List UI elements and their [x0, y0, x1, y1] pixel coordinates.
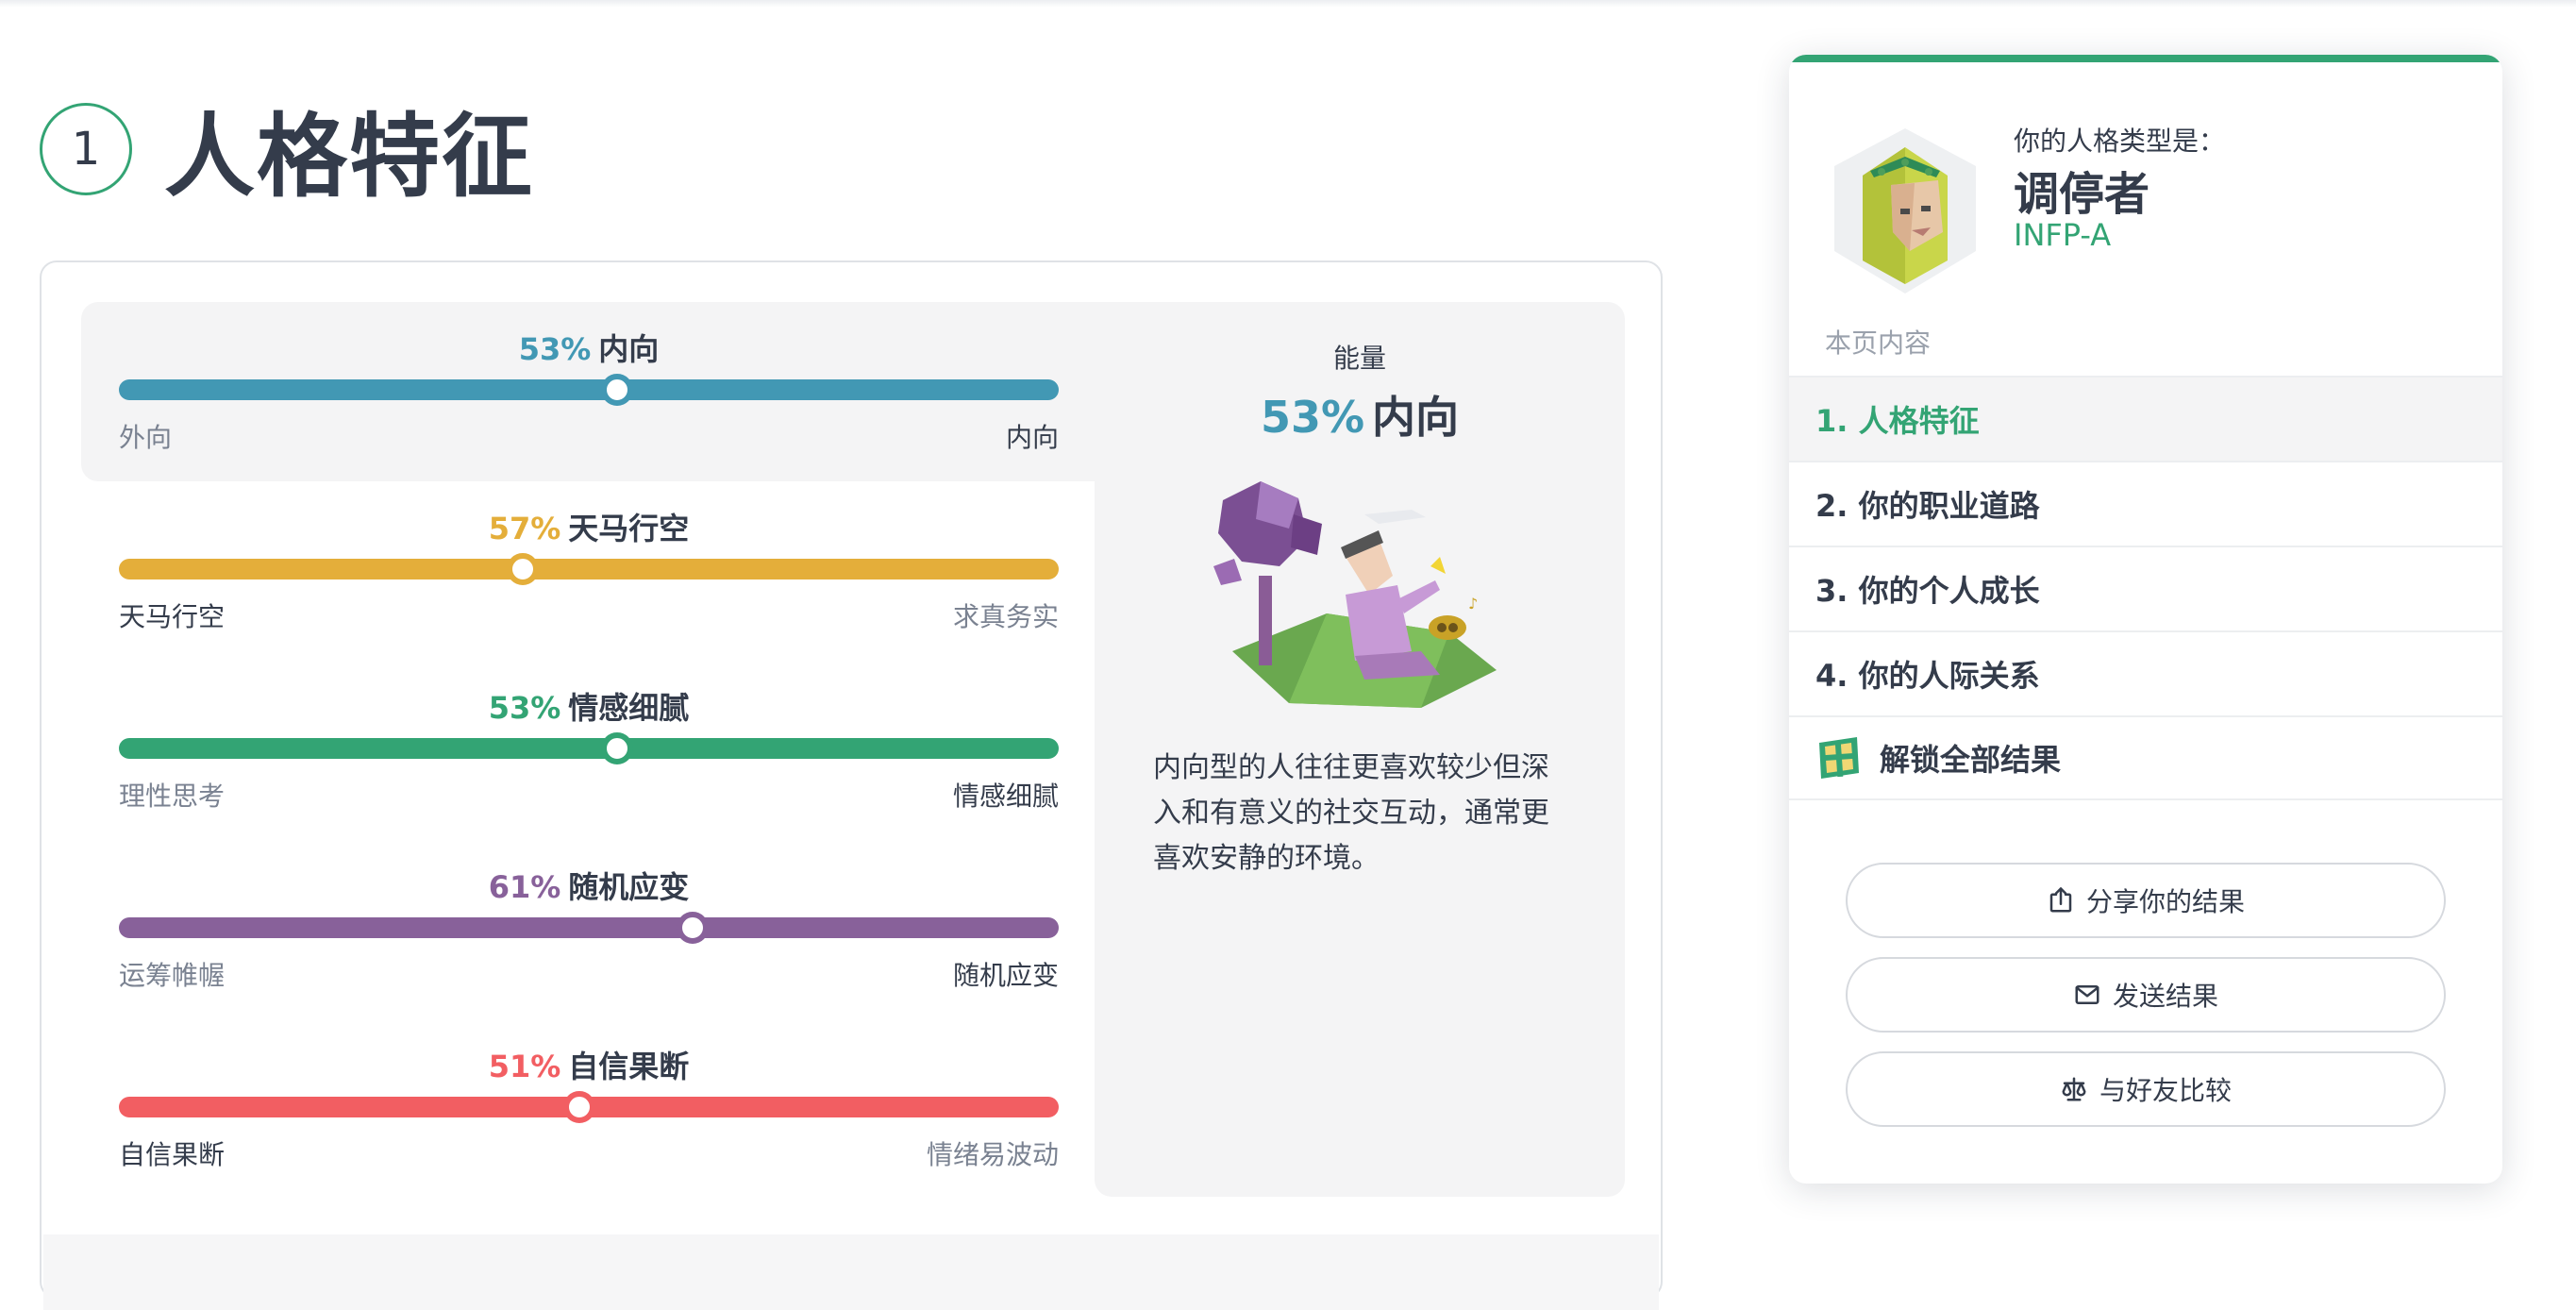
trait-label: 53% 情感细腻	[119, 689, 1059, 727]
trait-bar	[119, 379, 1059, 400]
sidebar-accent-line	[1789, 55, 2502, 62]
compare-button-label: 与好友比较	[2099, 1075, 2232, 1106]
trait-row-identity[interactable]: 51% 自信果断 自信果断 情绪易波动	[119, 1048, 1059, 1189]
trait-detail-value: 53% 内向	[1095, 383, 1625, 445]
introvert-illustration: ♪	[1213, 481, 1497, 708]
personality-type-caption: 你的人格类型是：	[2014, 126, 2226, 157]
trait-bar	[119, 738, 1059, 759]
scale-icon	[2062, 1077, 2086, 1101]
trait-row-energy[interactable]: 53% 内向 外向 内向	[119, 330, 1059, 472]
share-results-button[interactable]: 分享你的结果	[1846, 863, 2446, 938]
section-title: 人格特征	[164, 104, 534, 210]
share-icon	[2049, 887, 2072, 913]
trait-label: 53% 内向	[119, 330, 1059, 368]
send-results-button[interactable]: 发送结果	[1846, 957, 2446, 1033]
trait-detail-caption: 能量	[1332, 343, 1386, 374]
trait-end-right: 情绪易波动	[926, 1139, 1059, 1170]
trait-bar	[119, 917, 1059, 938]
table-of-contents: 1. 人格特征 2. 你的职业道路 3. 你的个人成长 4. 你的人际关系 解锁…	[1789, 376, 2502, 800]
trait-percent: 57%	[488, 511, 561, 546]
trait-name: 随机应变	[568, 869, 690, 905]
trait-slider-knob	[563, 1091, 596, 1123]
trait-percent: 53%	[488, 690, 561, 726]
trait-label: 57% 天马行空	[119, 510, 1059, 547]
trait-label: 51% 自信果断	[119, 1048, 1059, 1085]
trait-name: 自信果断	[568, 1049, 690, 1084]
trait-slider-knob	[600, 374, 633, 406]
compare-friends-button[interactable]: 与好友比较	[1846, 1051, 2446, 1127]
toc-item-growth[interactable]: 3. 你的个人成长	[1789, 546, 2502, 630]
toc-item-unlock[interactable]: 解锁全部结果	[1789, 715, 2502, 800]
trait-end-left: 运筹帷幄	[119, 960, 226, 991]
trait-slider-knob	[676, 912, 709, 944]
trait-detail-name: 内向	[1372, 392, 1460, 443]
trait-row-tactics[interactable]: 61% 随机应变 运筹帷幄 随机应变	[119, 868, 1059, 1010]
top-shadow	[0, 0, 2576, 8]
unlock-gift-icon	[1819, 737, 1859, 779]
trait-bar	[119, 559, 1059, 579]
personality-type-name: 调停者	[2014, 168, 2150, 221]
section-number-badge: 1	[40, 102, 132, 195]
trait-percent: 51%	[488, 1049, 561, 1084]
trait-row-mind[interactable]: 57% 天马行空 天马行空 求真务实	[119, 510, 1059, 651]
trait-end-left: 天马行空	[119, 601, 226, 632]
toc-item-career[interactable]: 2. 你的职业道路	[1789, 461, 2502, 546]
trait-end-left: 外向	[119, 422, 173, 453]
trait-end-right: 内向	[1005, 422, 1059, 453]
section-header: 1 人格特征	[40, 83, 534, 214]
personality-type-code: INFP-A	[2014, 217, 2112, 253]
trait-end-right: 随机应变	[952, 960, 1059, 991]
trait-percent: 61%	[488, 869, 561, 905]
toc-item-traits[interactable]: 1. 人格特征	[1789, 376, 2502, 461]
trait-detail-panel: 能量 53% 内向 ♪ 内向型的人往往更喜欢较少但深入和有意义的社交互动，通常更喜…	[1095, 302, 1625, 1197]
toc-heading: 本页内容	[1825, 328, 1932, 359]
personality-traits-card: 能量 53% 内向 ♪ 内向型的人往往更喜欢较少但深入和有意义的社交互动，通常更喜…	[40, 260, 1663, 1310]
trait-name: 内向	[598, 331, 660, 367]
trait-end-right: 情感细腻	[952, 781, 1059, 812]
trait-slider-knob	[600, 732, 633, 764]
trait-row-nature[interactable]: 53% 情感细腻 理性思考 情感细腻	[119, 689, 1059, 831]
mail-icon	[2075, 985, 2099, 1004]
mediator-avatar	[1834, 128, 1976, 294]
card-bottom-band	[43, 1234, 1659, 1310]
share-button-label: 分享你的结果	[2085, 886, 2245, 917]
unlock-label: 解锁全部结果	[1880, 742, 2062, 778]
trait-description: 内向型的人往往更喜欢较少但深入和有意义的社交互动，通常更喜欢安静的环境。	[1153, 751, 1549, 875]
svg-text:♪: ♪	[1468, 595, 1478, 613]
trait-name: 情感细腻	[568, 690, 690, 726]
trait-label: 61% 随机应变	[119, 868, 1059, 906]
trait-end-left: 自信果断	[119, 1139, 226, 1170]
trait-slider-knob	[507, 553, 540, 585]
results-sidebar: 你的人格类型是： 调停者 INFP-A 本页内容 1. 人格特征 2. 你的职业…	[1789, 55, 2502, 1184]
trait-end-right: 求真务实	[952, 601, 1059, 632]
send-button-label: 发送结果	[2112, 981, 2218, 1012]
trait-end-left: 理性思考	[119, 781, 226, 812]
trait-percent: 53%	[518, 331, 592, 367]
toc-item-relationships[interactable]: 4. 你的人际关系	[1789, 630, 2502, 715]
trait-name: 天马行空	[568, 511, 690, 546]
trait-detail-percent: 53%	[1260, 392, 1365, 443]
